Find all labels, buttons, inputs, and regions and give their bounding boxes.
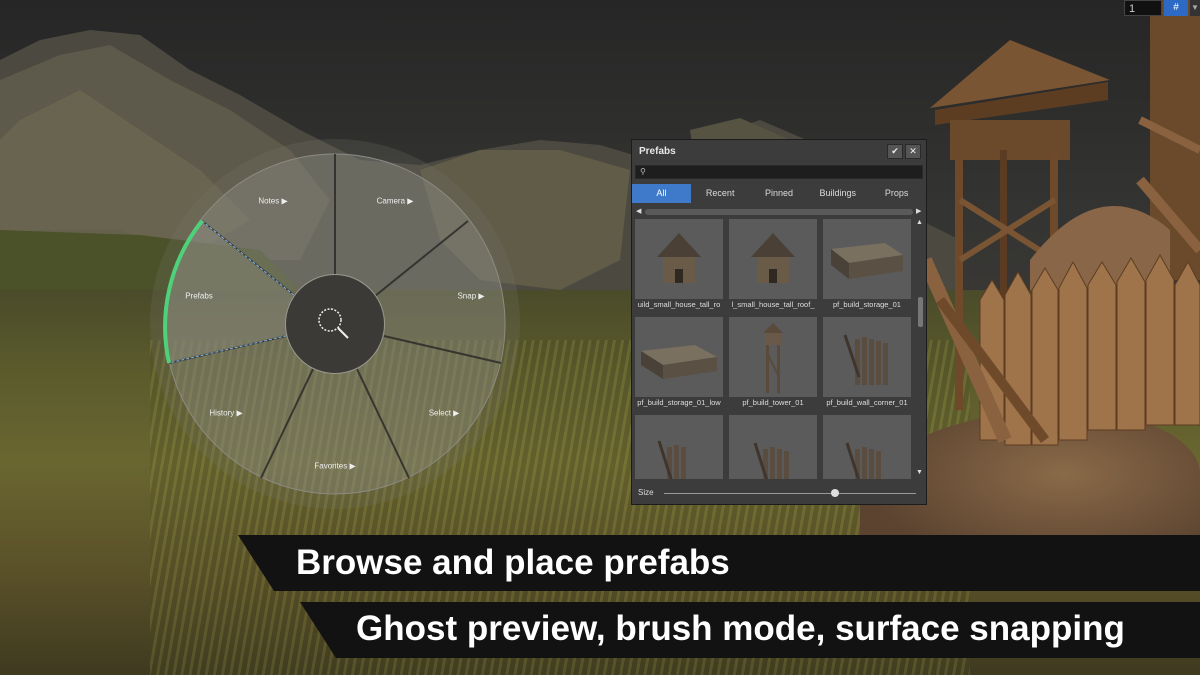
search-icon: ⚲ <box>640 167 646 176</box>
chevron-down-icon[interactable]: ▼ <box>1190 0 1200 16</box>
tabs-scrollbar[interactable]: ◀ ▶ <box>635 207 923 217</box>
wall-icon <box>635 415 723 479</box>
panel-title: Prefabs <box>639 146 676 157</box>
tab-props[interactable]: Props <box>867 184 926 203</box>
grid-snap-icon[interactable]: # <box>1164 0 1188 16</box>
wall-icon <box>823 317 911 397</box>
radial-item-camera[interactable]: Camera ▶ <box>377 197 414 206</box>
storage-icon <box>635 317 723 397</box>
size-slider-handle[interactable] <box>831 489 840 497</box>
close-icon[interactable]: ✕ <box>905 144 921 159</box>
prefab-item[interactable]: pf_build_storage_01_low <box>635 317 723 409</box>
viewport-toolbar: 1 # ▼ <box>1124 0 1200 16</box>
prefab-tabs: All Recent Pinned Buildings Props <box>632 184 926 203</box>
scroll-down-icon[interactable]: ▼ <box>916 469 923 476</box>
tab-recent[interactable]: Recent <box>691 184 750 203</box>
scroll-up-icon[interactable]: ▲ <box>916 219 923 226</box>
tab-pinned[interactable]: Pinned <box>750 184 809 203</box>
headline-banner: Browse and place prefabs <box>238 535 1200 591</box>
prefab-item[interactable] <box>635 415 723 479</box>
radial-center[interactable] <box>285 274 385 374</box>
house-icon <box>635 219 723 299</box>
prefab-item[interactable]: pf_build_wall_corner_01 <box>823 317 911 409</box>
grid-scrollbar[interactable]: ▲ ▼ <box>916 219 924 479</box>
radial-item-snap[interactable]: Snap ▶ <box>457 292 484 301</box>
radial-item-notes[interactable]: Notes ▶ <box>258 197 287 206</box>
scroll-right-icon[interactable]: ▶ <box>916 207 921 215</box>
size-row: Size <box>632 486 926 502</box>
prefab-item[interactable] <box>823 415 911 479</box>
house-icon <box>729 219 817 299</box>
wall-icon <box>823 415 911 479</box>
tower-icon <box>729 317 817 397</box>
panel-titlebar[interactable]: Prefabs ✔ ✕ <box>632 140 926 162</box>
storage-icon <box>823 219 911 299</box>
prefabs-panel: Prefabs ✔ ✕ ⚲ All Recent Pinned Building… <box>631 139 927 505</box>
prefab-item[interactable]: uild_small_house_tall_ro <box>635 219 723 311</box>
tab-buildings[interactable]: Buildings <box>808 184 867 203</box>
size-slider-track[interactable] <box>664 493 916 494</box>
prefab-item[interactable]: l_small_house_tall_roof_ <box>729 219 817 311</box>
prefab-item[interactable]: pf_build_tower_01 <box>729 317 817 409</box>
prefab-item[interactable]: pf_build_storage_01 <box>823 219 911 311</box>
grid-scroll-thumb[interactable] <box>918 297 923 327</box>
prefab-grid: uild_small_house_tall_ro l_small_house_t… <box>635 219 915 479</box>
scroll-left-icon[interactable]: ◀ <box>636 207 641 215</box>
wall-icon <box>729 415 817 479</box>
tab-all[interactable]: All <box>632 184 691 203</box>
tabs-scroll-thumb[interactable] <box>645 209 913 215</box>
radial-item-history[interactable]: History ▶ <box>209 409 242 418</box>
subheadline-banner: Ghost preview, brush mode, surface snapp… <box>300 602 1200 658</box>
layer-field[interactable]: 1 <box>1124 0 1162 16</box>
headline-text: Browse and place prefabs <box>296 543 730 582</box>
check-icon[interactable]: ✔ <box>887 144 903 159</box>
radial-menu: Notes ▶ Camera ▶ Prefabs Snap ▶ History … <box>150 139 520 509</box>
prefab-item[interactable] <box>729 415 817 479</box>
radial-item-prefabs[interactable]: Prefabs <box>185 292 213 301</box>
search-input[interactable]: ⚲ <box>635 165 923 179</box>
subheadline-text: Ghost preview, brush mode, surface snapp… <box>356 609 1125 648</box>
radial-item-select[interactable]: Select ▶ <box>429 409 460 418</box>
radial-item-favorites[interactable]: Favorites ▶ <box>314 462 355 471</box>
size-label: Size <box>638 488 654 497</box>
search-icon <box>318 308 349 339</box>
